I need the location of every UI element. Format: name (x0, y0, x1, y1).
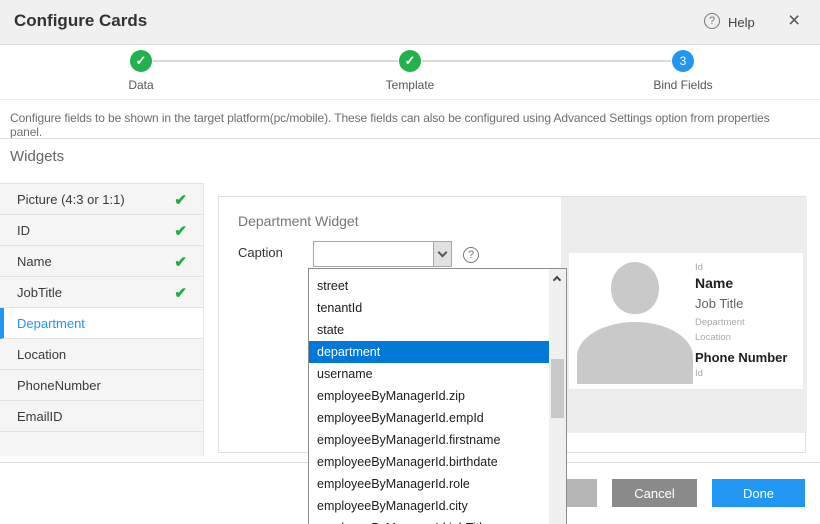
description-text: Configure fields to be shown in the targ… (10, 111, 800, 139)
sidebar-item-emailid[interactable]: EmailID (0, 401, 203, 432)
dropdown-option-state[interactable]: state (309, 319, 549, 341)
page-title: Configure Cards (14, 11, 147, 31)
step-connector (153, 60, 398, 62)
sidebar-item-location[interactable]: Location (0, 339, 203, 370)
chevron-down-icon (438, 248, 448, 258)
check-icon: ✔ (174, 253, 187, 271)
step-data-check-icon[interactable]: ✓ (130, 50, 152, 72)
sidebar-item-label: Department (17, 316, 85, 331)
configure-cards-dialog: Configure Cards ? Help × ✓ ✓ 3 Data Temp… (0, 0, 820, 524)
dropdown-option-employeebymanagerid-zip[interactable]: employeeByManagerId.zip (309, 385, 549, 407)
dropdown-option-username[interactable]: username (309, 363, 549, 385)
close-icon[interactable]: × (788, 9, 800, 33)
sidebar-item-jobtitle[interactable]: JobTitle ✔ (0, 277, 203, 308)
widgets-heading: Widgets (10, 148, 64, 165)
dropdown-option-street[interactable]: street (309, 275, 549, 297)
card-field-id-bottom: Id (695, 368, 703, 379)
combobox-dropdown-button[interactable] (433, 242, 451, 266)
cancel-button[interactable]: Cancel (612, 479, 697, 507)
wizard-steps: ✓ ✓ 3 Data Template Bind Fields (0, 45, 820, 100)
step-label-template: Template (370, 78, 450, 92)
check-icon: ✔ (174, 191, 187, 209)
help-link[interactable]: Help (728, 15, 755, 30)
card-preview: Id Name Job Title Department Location Ph… (569, 253, 803, 389)
dropdown-option-employeebymanagerid-jobtitle[interactable]: employeeByManagerId.jobTitle (309, 517, 549, 524)
sidebar-item-label: PhoneNumber (17, 378, 101, 393)
check-icon: ✔ (174, 222, 187, 240)
dropdown-option-department[interactable]: department (309, 341, 549, 363)
dropdown-option-employeebymanagerid-empid[interactable]: employeeByManagerId.empId (309, 407, 549, 429)
card-field-name: Name (695, 275, 733, 291)
sidebar-item-department[interactable]: Department (0, 308, 203, 339)
step-connector (422, 60, 671, 62)
dropdown-option-employeebymanagerid-birthdate[interactable]: employeeByManagerId.birthdate (309, 451, 549, 473)
sidebar-item-label: Picture (4:3 or 1:1) (17, 192, 125, 207)
card-field-department: Department (695, 317, 745, 328)
check-icon: ✔ (174, 284, 187, 302)
dropdown-scrollbar[interactable] (549, 269, 566, 524)
widgets-sidebar: Picture (4:3 or 1:1) ✔ ID ✔ Name ✔ JobTitle ✔ De… (0, 183, 204, 456)
sidebar-item-name[interactable]: Name ✔ (0, 246, 203, 277)
card-preview-area: Id Name Job Title Department Location Ph… (561, 197, 807, 433)
help-icon[interactable]: ? (704, 13, 720, 29)
sidebar-item-label: EmailID (17, 409, 63, 424)
sidebar-item-label: ID (17, 223, 30, 238)
dropdown-options: streettenantIdstatedepartmentusernameemp… (309, 269, 549, 524)
card-field-location: Location (695, 332, 731, 343)
dropdown-option-tenantid[interactable]: tenantId (309, 297, 549, 319)
scrollbar-thumb[interactable] (551, 359, 564, 418)
chevron-up-icon (553, 276, 561, 284)
sidebar-item-label: Location (17, 347, 66, 362)
step-label-bind-fields: Bind Fields (643, 78, 723, 92)
caption-help-icon[interactable]: ? (463, 247, 479, 263)
divider (0, 138, 820, 139)
scrollbar-up-button[interactable] (549, 269, 566, 287)
caption-dropdown-list: streettenantIdstatedepartmentusernameemp… (308, 268, 567, 524)
dropdown-option-employeebymanagerid-city[interactable]: employeeByManagerId.city (309, 495, 549, 517)
sidebar-item-label: Name (17, 254, 52, 269)
dropdown-option-employeebymanagerid-firstname[interactable]: employeeByManagerId.firstname (309, 429, 549, 451)
dialog-header: Configure Cards ? Help × (0, 0, 820, 45)
step-bindfields-number[interactable]: 3 (672, 50, 694, 72)
panel-title: Department Widget (238, 213, 359, 229)
caption-label: Caption (238, 245, 283, 260)
avatar-placeholder (575, 258, 695, 384)
card-field-id-top: Id (695, 262, 703, 273)
done-button[interactable]: Done (712, 479, 805, 507)
card-field-job-title: Job Title (695, 296, 743, 311)
step-template-check-icon[interactable]: ✓ (399, 50, 421, 72)
dropdown-option-employeebymanagerid-role[interactable]: employeeByManagerId.role (309, 473, 549, 495)
sidebar-item-id[interactable]: ID ✔ (0, 215, 203, 246)
sidebar-item-phonenumber[interactable]: PhoneNumber (0, 370, 203, 401)
sidebar-filler (0, 432, 203, 456)
avatar-shoulders-shape (577, 322, 693, 384)
avatar-head-shape (611, 262, 659, 314)
caption-combobox[interactable] (313, 241, 452, 267)
sidebar-item-label: JobTitle (17, 285, 62, 300)
card-field-phone: Phone Number (695, 350, 787, 365)
step-label-data: Data (101, 78, 181, 92)
sidebar-item-picture-4-3-or-1-1[interactable]: Picture (4:3 or 1:1) ✔ (0, 184, 203, 215)
